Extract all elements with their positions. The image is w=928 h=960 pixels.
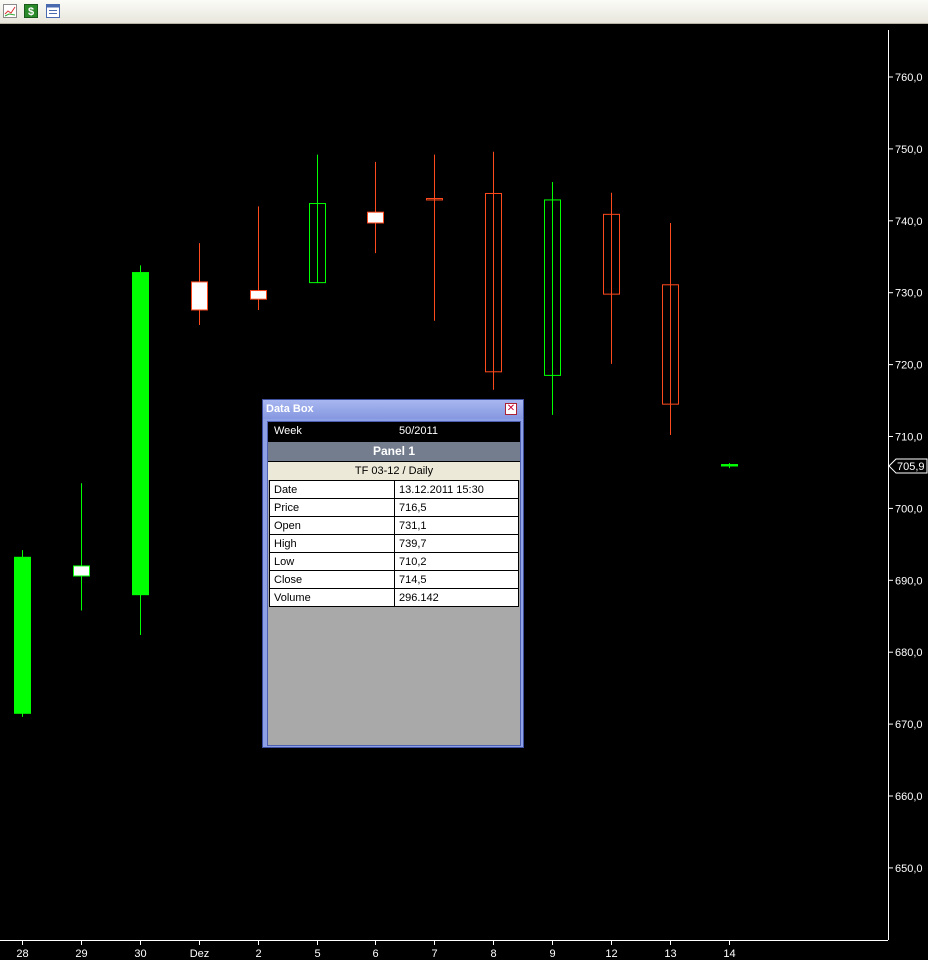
y-tick-label: 700,0 <box>895 503 923 515</box>
candle-body <box>250 290 267 300</box>
row-value: 714,5 <box>394 570 519 589</box>
candle[interactable] <box>485 151 502 390</box>
x-tick-label: 12 <box>605 948 617 960</box>
row-label: Low <box>269 552 395 571</box>
x-tick-label: 2 <box>255 948 261 960</box>
y-tick-label: 660,0 <box>895 791 923 803</box>
table-row: Volume 296.142 <box>269 588 519 607</box>
week-value: 50/2011 <box>399 425 438 437</box>
row-value: 739,7 <box>394 534 519 553</box>
table-row: Price 716,5 <box>269 498 519 517</box>
x-tick-label: Dez <box>190 948 210 960</box>
table-row: Open 731,1 <box>269 516 519 535</box>
row-label: Volume <box>269 588 395 607</box>
row-label: Open <box>269 516 395 535</box>
candle[interactable] <box>544 181 561 415</box>
y-tick-label: 650,0 <box>895 863 923 875</box>
x-tick-label: 30 <box>134 948 146 960</box>
instrument-label: TF 03-12 / Daily <box>268 461 520 480</box>
candle[interactable] <box>309 154 326 284</box>
y-tick-label: 760,0 <box>895 72 923 84</box>
row-value: 731,1 <box>394 516 519 535</box>
candle[interactable] <box>367 161 384 254</box>
candle[interactable] <box>191 243 208 326</box>
row-value: 296.142 <box>394 588 519 607</box>
table-row: High 739,7 <box>269 534 519 553</box>
x-tick-label: 29 <box>75 948 87 960</box>
table-row: Close 714,5 <box>269 570 519 589</box>
x-tick-label: 6 <box>372 948 378 960</box>
row-value: 716,5 <box>394 498 519 517</box>
row-label: High <box>269 534 395 553</box>
candle-body <box>73 565 90 577</box>
y-tick-label: 690,0 <box>895 575 923 587</box>
data-box-titlebar[interactable]: Data Box ✕ <box>263 400 523 419</box>
y-tick-label: 710,0 <box>895 432 923 444</box>
candle[interactable] <box>603 192 620 364</box>
candle-body <box>367 211 384 224</box>
last-price-label: 705,9 <box>897 461 925 473</box>
candle-body <box>721 464 738 467</box>
row-value: 710,2 <box>394 552 519 571</box>
y-tick-label: 750,0 <box>895 144 923 156</box>
row-label: Date <box>269 480 395 499</box>
data-table: Date 13.12.2011 15:30 Price 716,5 Open 731,… <box>269 480 519 607</box>
y-tick-label: 670,0 <box>895 719 923 731</box>
y-tick-label: 720,0 <box>895 360 923 372</box>
x-tick-label: 28 <box>16 948 28 960</box>
x-tick-label: 9 <box>549 948 555 960</box>
candle[interactable] <box>426 154 443 321</box>
row-label: Close <box>269 570 395 589</box>
row-label: Price <box>269 498 395 517</box>
candle-body <box>14 556 31 714</box>
table-row: Low 710,2 <box>269 552 519 571</box>
table-row: Date 13.12.2011 15:30 <box>269 480 519 499</box>
row-value: 13.12.2011 15:30 <box>394 480 519 499</box>
x-tick-label: 13 <box>664 948 676 960</box>
data-box-title: Data Box <box>266 403 314 415</box>
x-tick-label: 7 <box>431 948 437 960</box>
y-tick-label: 680,0 <box>895 647 923 659</box>
x-tick-label: 8 <box>490 948 496 960</box>
week-row: Week 50/2011 <box>268 422 520 441</box>
data-box-content: Week 50/2011 Panel 1 TF 03-12 / Daily Da… <box>267 421 521 746</box>
candle-body <box>132 272 149 596</box>
close-icon[interactable]: ✕ <box>505 403 517 415</box>
candle[interactable] <box>250 206 267 310</box>
x-tick-label: 5 <box>314 948 320 960</box>
candle[interactable] <box>721 463 738 469</box>
candle[interactable] <box>132 265 149 635</box>
week-label: Week <box>274 425 302 437</box>
candle[interactable] <box>73 483 90 611</box>
y-tick-label: 730,0 <box>895 288 923 300</box>
y-tick-label: 740,0 <box>895 216 923 228</box>
panel-title: Panel 1 <box>268 441 520 461</box>
x-tick-label: 14 <box>723 948 735 960</box>
candle[interactable] <box>14 550 31 717</box>
candle-body <box>191 281 208 311</box>
data-box-window[interactable]: Data Box ✕ Week 50/2011 Panel 1 TF 03-12… <box>262 399 524 748</box>
candle[interactable] <box>662 222 679 436</box>
